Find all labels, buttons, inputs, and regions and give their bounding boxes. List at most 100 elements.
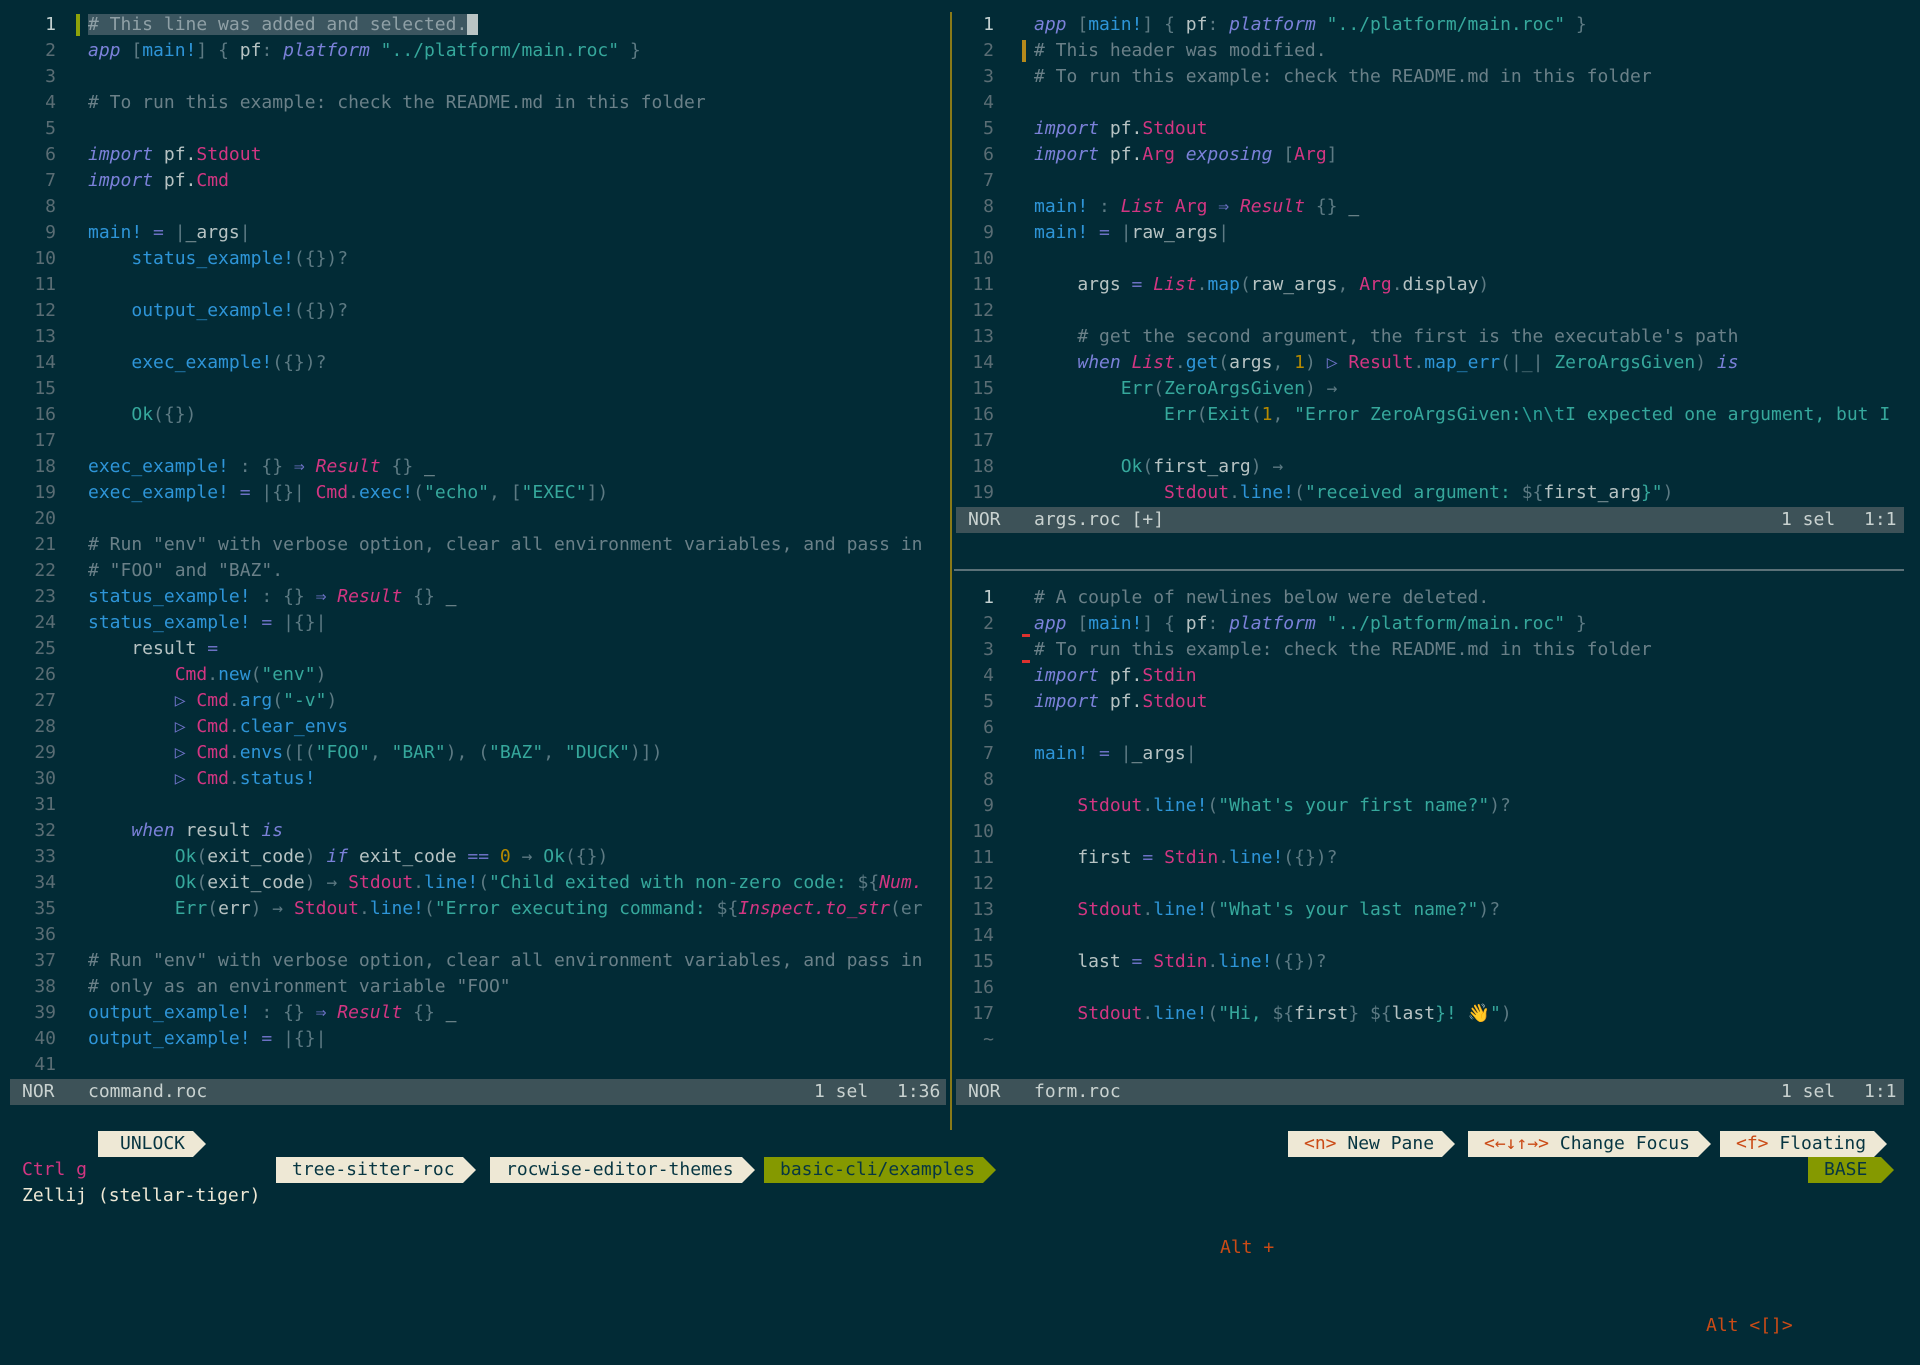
code-line[interactable]: 16 bbox=[956, 975, 1904, 1001]
code-line[interactable]: 37 # Run "env" with verbose option, clear… bbox=[0, 948, 946, 974]
code-line[interactable]: 14 exec_example!({})? bbox=[0, 350, 946, 376]
code-line[interactable]: 41 bbox=[0, 1052, 946, 1078]
code-line[interactable]: 23 status_example! : {} ⇒ Result {} _ bbox=[0, 584, 946, 610]
code-line[interactable]: 34 Ok(exit_code) → Stdout.line!("Child e… bbox=[0, 870, 946, 896]
code-line[interactable]: 31 bbox=[0, 792, 946, 818]
code-line[interactable]: 18 exec_example! : {} ⇒ Result {} _ bbox=[0, 454, 946, 480]
code-line[interactable]: 22 # "FOO" and "BAZ". bbox=[0, 558, 946, 584]
code-line[interactable]: 39 output_example! : {} ⇒ Result {} _ bbox=[0, 1000, 946, 1026]
code-line[interactable]: 8 bbox=[956, 767, 1904, 793]
code-line[interactable]: 4 # To run this example: check the README… bbox=[0, 90, 946, 116]
code-line[interactable]: 3 # To run this example: check the README… bbox=[956, 64, 1904, 90]
code-line[interactable]: 32 when result is bbox=[0, 818, 946, 844]
code-line[interactable]: 38 # only as an environment variable "FOO… bbox=[0, 974, 946, 1000]
code-line[interactable]: 6 import pf.Stdout bbox=[0, 142, 946, 168]
code-line[interactable]: 20 bbox=[0, 506, 946, 532]
code-line[interactable]: 7 import pf.Cmd bbox=[0, 168, 946, 194]
code-line[interactable]: 17 Stdout.line!("Hi, ${first} ${last}! 👋… bbox=[956, 1001, 1904, 1027]
code-line[interactable]: 12 bbox=[956, 298, 1904, 324]
code-line[interactable]: 7 bbox=[956, 168, 1904, 194]
code-line[interactable]: 26 Cmd.new("env") bbox=[0, 662, 946, 688]
code-line[interactable]: 2 # This header was modified. bbox=[956, 38, 1904, 64]
code-line[interactable]: 16 Err(Exit(1, "Error ZeroArgsGiven:\n\t… bbox=[956, 402, 1904, 428]
code-line[interactable]: 10 status_example!({})? bbox=[0, 246, 946, 272]
code-line[interactable]: 10 bbox=[956, 819, 1904, 845]
code-line[interactable]: 17 bbox=[956, 428, 1904, 454]
code-line[interactable]: 6 bbox=[956, 715, 1904, 741]
token: line! bbox=[1153, 795, 1208, 816]
code-line[interactable]: 2 app [main!] { pf: platform "../platform… bbox=[0, 38, 946, 64]
tab-tree-sitter-roc[interactable]: tree-sitter-roc bbox=[276, 1157, 476, 1183]
diff-modified-marker bbox=[1022, 40, 1026, 62]
code-line[interactable]: 1 # A couple of newlines below were delet… bbox=[956, 585, 1904, 611]
code-line[interactable]: 11 first = Stdin.line!({})? bbox=[956, 845, 1904, 871]
code-line[interactable]: 10 bbox=[956, 246, 1904, 272]
code-line[interactable]: 19 exec_example! = |{}| Cmd.exec!("echo",… bbox=[0, 480, 946, 506]
code-line[interactable]: 15 bbox=[0, 376, 946, 402]
new-pane-hint[interactable]: <n> New Pane bbox=[1288, 1131, 1456, 1157]
code-line[interactable]: 14 when List.get(args, 1) ▷ Result.map_e… bbox=[956, 350, 1904, 376]
code-line[interactable]: 3 # To run this example: check the README… bbox=[956, 637, 1904, 663]
code-line[interactable]: 1 app [main!] { pf: platform "../platform… bbox=[956, 12, 1904, 38]
floating-hint[interactable]: <f> Floating bbox=[1720, 1131, 1888, 1157]
code-line[interactable]: 6 import pf.Arg exposing [Arg] bbox=[956, 142, 1904, 168]
token: arg bbox=[239, 690, 273, 711]
token: . bbox=[228, 742, 240, 763]
code-line[interactable]: 16 Ok({}) bbox=[0, 402, 946, 428]
code-line[interactable]: 21 # Run "env" with verbose option, clear… bbox=[0, 532, 946, 558]
token: exit_code bbox=[207, 872, 305, 893]
code-line[interactable]: 18 Ok(first_arg) → bbox=[956, 454, 1904, 480]
code-line[interactable]: 4 bbox=[956, 90, 1904, 116]
unlock-button[interactable]: UNLOCK bbox=[98, 1131, 207, 1157]
code-line[interactable]: 3 bbox=[0, 64, 946, 90]
token: = bbox=[1088, 222, 1121, 243]
editor-pane-command[interactable]: 1 # This line was added and selected. 2 ap… bbox=[0, 12, 946, 1078]
zellij-mode-bar: Ctrl g UNLOCK Alt + <n> New Pane <←↓↑→> … bbox=[0, 1131, 1920, 1258]
code-line[interactable]: 12 output_example!({})? bbox=[0, 298, 946, 324]
code-line[interactable]: 5 bbox=[0, 116, 946, 142]
token: ) bbox=[326, 690, 338, 711]
code-line[interactable]: 19 Stdout.line!("received argument: ${fi… bbox=[956, 480, 1904, 506]
tab-rocwise-editor-themes[interactable]: rocwise-editor-themes bbox=[490, 1157, 755, 1183]
code-line[interactable]: 13 # get the second argument, the first … bbox=[956, 324, 1904, 350]
code-area[interactable]: 1 app [main!] { pf: platform "../platform… bbox=[956, 12, 1904, 506]
code-line[interactable]: 35 Err(err) → Stdout.line!("Error execut… bbox=[0, 896, 946, 922]
code-line[interactable]: 8 bbox=[0, 194, 946, 220]
pane-divider-vertical[interactable] bbox=[950, 12, 952, 1130]
change-focus-hint[interactable]: <←↓↑→> Change Focus bbox=[1468, 1131, 1711, 1157]
code-line[interactable]: 9 main! = |raw_args| bbox=[956, 220, 1904, 246]
code-line[interactable]: 28 ▷ Cmd.clear_envs bbox=[0, 714, 946, 740]
code-line[interactable]: 33 Ok(exit_code) if exit_code == 0 → Ok(… bbox=[0, 844, 946, 870]
code-line[interactable]: 15 Err(ZeroArgsGiven) → bbox=[956, 376, 1904, 402]
code-line[interactable]: 11 args = List.map(raw_args, Arg.display… bbox=[956, 272, 1904, 298]
code-line[interactable]: 11 bbox=[0, 272, 946, 298]
code-line[interactable]: 36 bbox=[0, 922, 946, 948]
code-area[interactable]: 1 # This line was added and selected. 2 ap… bbox=[0, 12, 946, 1078]
code-line[interactable]: 5 import pf.Stdout bbox=[956, 116, 1904, 142]
code-line[interactable]: 25 result = bbox=[0, 636, 946, 662]
tab-basic-cli-examples[interactable]: basic-cli/examples bbox=[764, 1157, 997, 1183]
code-area[interactable]: 1 # A couple of newlines below were delet… bbox=[956, 585, 1904, 1053]
code-line[interactable]: 4 import pf.Stdin bbox=[956, 663, 1904, 689]
code-line[interactable]: 14 bbox=[956, 923, 1904, 949]
code-line[interactable]: 29 ▷ Cmd.envs([("FOO", "BAR"), ("BAZ", "… bbox=[0, 740, 946, 766]
code-line[interactable]: 24 status_example! = |{}| bbox=[0, 610, 946, 636]
code-line[interactable]: 27 ▷ Cmd.arg("-v") bbox=[0, 688, 946, 714]
code-line[interactable]: 30 ▷ Cmd.status! bbox=[0, 766, 946, 792]
editor-pane-args[interactable]: 1 app [main!] { pf: platform "../platform… bbox=[956, 12, 1904, 506]
code-line[interactable]: 9 main! = |_args| bbox=[0, 220, 946, 246]
code-line[interactable]: 5 import pf.Stdout bbox=[956, 689, 1904, 715]
code-line[interactable]: 2 app [main!] { pf: platform "../platform… bbox=[956, 611, 1904, 637]
code-line[interactable]: 8 main! : List Arg ⇒ Result {} _ bbox=[956, 194, 1904, 220]
code-line[interactable]: 12 bbox=[956, 871, 1904, 897]
code-line[interactable]: 17 bbox=[0, 428, 946, 454]
code-line[interactable]: 13 bbox=[0, 324, 946, 350]
pane-divider-horizontal[interactable] bbox=[954, 569, 1904, 571]
code-line[interactable]: 40 output_example! = |{}| bbox=[0, 1026, 946, 1052]
code-line[interactable]: 7 main! = |_args| bbox=[956, 741, 1904, 767]
code-line[interactable]: 1 # This line was added and selected. bbox=[0, 12, 946, 38]
code-line[interactable]: 13 Stdout.line!("What's your last name?"… bbox=[956, 897, 1904, 923]
code-line[interactable]: 9 Stdout.line!("What's your first name?"… bbox=[956, 793, 1904, 819]
editor-pane-form[interactable]: 1 # A couple of newlines below were delet… bbox=[956, 585, 1904, 1078]
code-line[interactable]: 15 last = Stdin.line!({})? bbox=[956, 949, 1904, 975]
